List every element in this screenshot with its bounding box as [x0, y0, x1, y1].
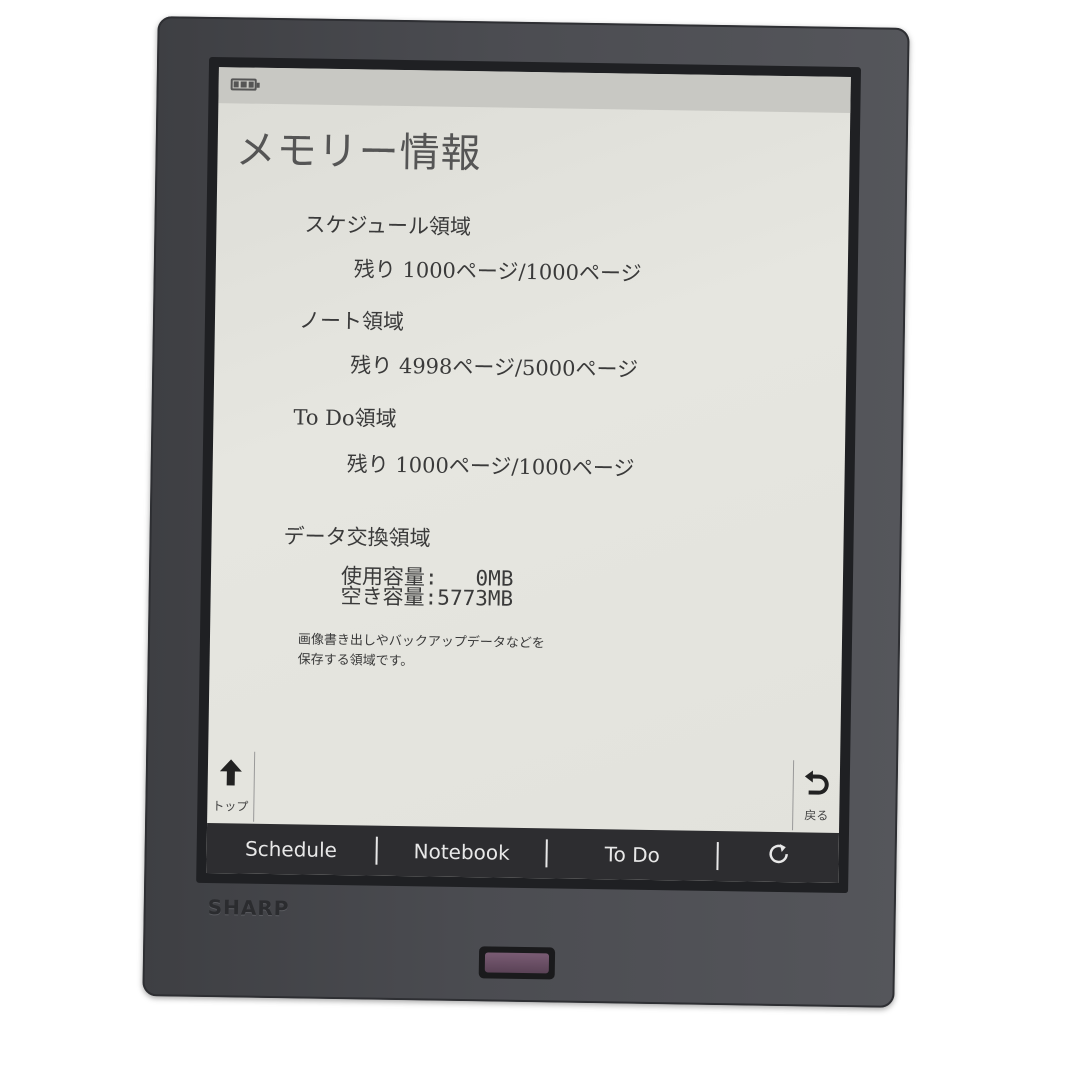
- top-button[interactable]: トップ: [207, 751, 256, 822]
- bottom-nav-bar: Schedule Notebook To Do: [206, 823, 839, 883]
- refresh-icon[interactable]: [718, 840, 838, 874]
- brand-logo: SHARP: [207, 895, 290, 921]
- e-ink-device: メモリー情報 スケジュール領域 残り 1000ページ/1000ページ ノート領域…: [142, 16, 910, 1008]
- data-exchange-description: 画像書き出しやバックアップデータなどを 保存する領域です。: [297, 630, 545, 674]
- nav-todo[interactable]: To Do: [548, 838, 717, 871]
- todo-area-label: To Do領域: [293, 405, 397, 431]
- screen: メモリー情報 スケジュール領域 残り 1000ページ/1000ページ ノート領域…: [206, 67, 851, 883]
- nav-notebook[interactable]: Notebook: [377, 836, 546, 869]
- description-line-2: 保存する領域です。: [297, 652, 414, 670]
- todo-area-remaining: 残り 1000ページ/1000ページ: [346, 452, 635, 481]
- arrow-up-icon: [208, 757, 255, 796]
- nav-schedule[interactable]: Schedule: [206, 833, 375, 866]
- battery-full-icon: [230, 78, 257, 91]
- home-button[interactable]: [478, 946, 556, 980]
- page-title: メモリー情報: [235, 127, 482, 178]
- return-arrow-icon: [793, 766, 840, 805]
- note-area-remaining: 残り 4998ページ/5000ページ: [350, 353, 639, 382]
- bottom-button-row: トップ 戻る: [207, 751, 841, 831]
- back-button-label: 戻る: [804, 808, 829, 823]
- note-area-label: ノート領域: [298, 308, 405, 335]
- data-exchange-label: データ交換領域: [283, 524, 431, 551]
- back-button[interactable]: 戻る: [792, 760, 841, 831]
- schedule-area-label: スケジュール領域: [304, 212, 472, 240]
- free-capacity: 空き容量:5773MB: [340, 584, 514, 611]
- top-button-label: トップ: [212, 799, 249, 814]
- schedule-area-remaining: 残り 1000ページ/1000ページ: [353, 257, 642, 286]
